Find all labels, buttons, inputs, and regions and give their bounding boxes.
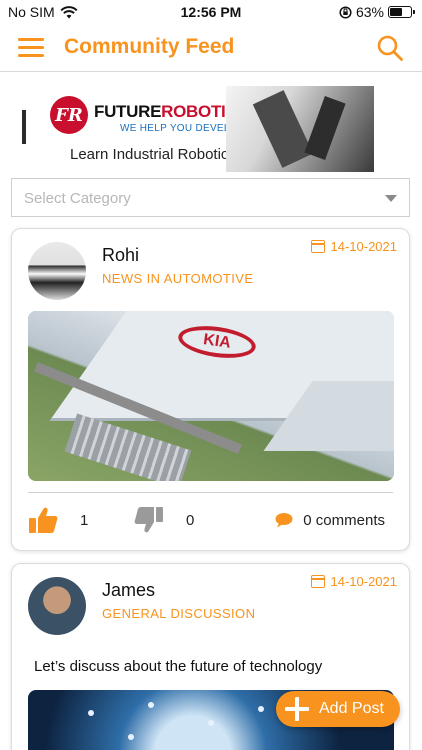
calendar-icon bbox=[310, 575, 325, 588]
post-date: 14-10-2021 bbox=[310, 574, 398, 589]
network-node bbox=[258, 706, 264, 712]
network-node bbox=[88, 710, 94, 716]
like-count: 1 bbox=[80, 511, 89, 529]
chevron-down-icon bbox=[385, 195, 397, 202]
add-post-button[interactable]: Add Post bbox=[276, 691, 400, 727]
thumbs-up-icon bbox=[29, 507, 58, 533]
battery-icon bbox=[388, 6, 415, 18]
author-name[interactable]: James bbox=[102, 580, 155, 601]
author-name[interactable]: Rohi bbox=[102, 245, 139, 266]
brand-first: FUTURE bbox=[94, 102, 162, 121]
post-actions: 1 0 0 comments bbox=[28, 501, 393, 539]
post-category: GENERAL DISCUSSION bbox=[102, 606, 256, 621]
like-button[interactable]: 1 bbox=[28, 501, 88, 539]
avatar[interactable] bbox=[28, 577, 86, 635]
post-date: 14-10-2021 bbox=[310, 239, 398, 254]
network-node bbox=[148, 702, 154, 708]
app-header: Community Feed bbox=[0, 24, 422, 72]
banner-caption: Learn Industrial Robotics bbox=[70, 146, 236, 163]
post-card[interactable]: Rohi NEWS IN AUTOMOTIVE 14-10-2021 KIA 1… bbox=[11, 228, 410, 551]
future-robotics-logo: FR bbox=[50, 96, 88, 134]
orientation-lock-icon bbox=[339, 5, 352, 19]
network-node bbox=[208, 720, 214, 726]
card-divider bbox=[28, 492, 393, 493]
post-date-text: 14-10-2021 bbox=[330, 239, 398, 254]
plus-icon bbox=[285, 697, 309, 721]
dislike-button[interactable]: 0 bbox=[134, 501, 194, 539]
battery-percent: 63% bbox=[355, 4, 384, 20]
chat-bubble-icon bbox=[275, 513, 293, 528]
hamburger-menu-icon[interactable] bbox=[18, 38, 44, 58]
status-bar: No SIM 12:56 PM 63% bbox=[0, 0, 422, 24]
add-post-label: Add Post bbox=[319, 700, 384, 717]
dislike-count: 0 bbox=[186, 511, 195, 529]
promo-banner[interactable]: FR FUTUREROBOTICS WE HELP YOU DEVELOP Le… bbox=[22, 86, 374, 172]
page-title: Community Feed bbox=[64, 35, 235, 58]
comment-count: 0 comments bbox=[303, 511, 385, 529]
post-category: NEWS IN AUTOMOTIVE bbox=[102, 271, 254, 286]
network-node bbox=[128, 734, 134, 740]
status-right: 63% bbox=[339, 4, 415, 20]
category-placeholder: Select Category bbox=[24, 190, 131, 207]
category-select[interactable]: Select Category bbox=[11, 178, 410, 217]
post-image[interactable]: KIA bbox=[28, 311, 394, 481]
calendar-icon bbox=[310, 240, 325, 253]
avatar[interactable] bbox=[28, 242, 86, 300]
search-icon[interactable] bbox=[376, 34, 404, 62]
battery-fill bbox=[390, 8, 402, 16]
post-text: Let’s discuss about the future of techno… bbox=[34, 658, 323, 675]
banner-edge bbox=[22, 110, 26, 144]
post-date-text: 14-10-2021 bbox=[330, 574, 398, 589]
thumbs-down-icon bbox=[134, 507, 163, 533]
robot-arm-photo bbox=[226, 86, 374, 172]
comments-button[interactable]: 0 comments bbox=[275, 501, 385, 539]
